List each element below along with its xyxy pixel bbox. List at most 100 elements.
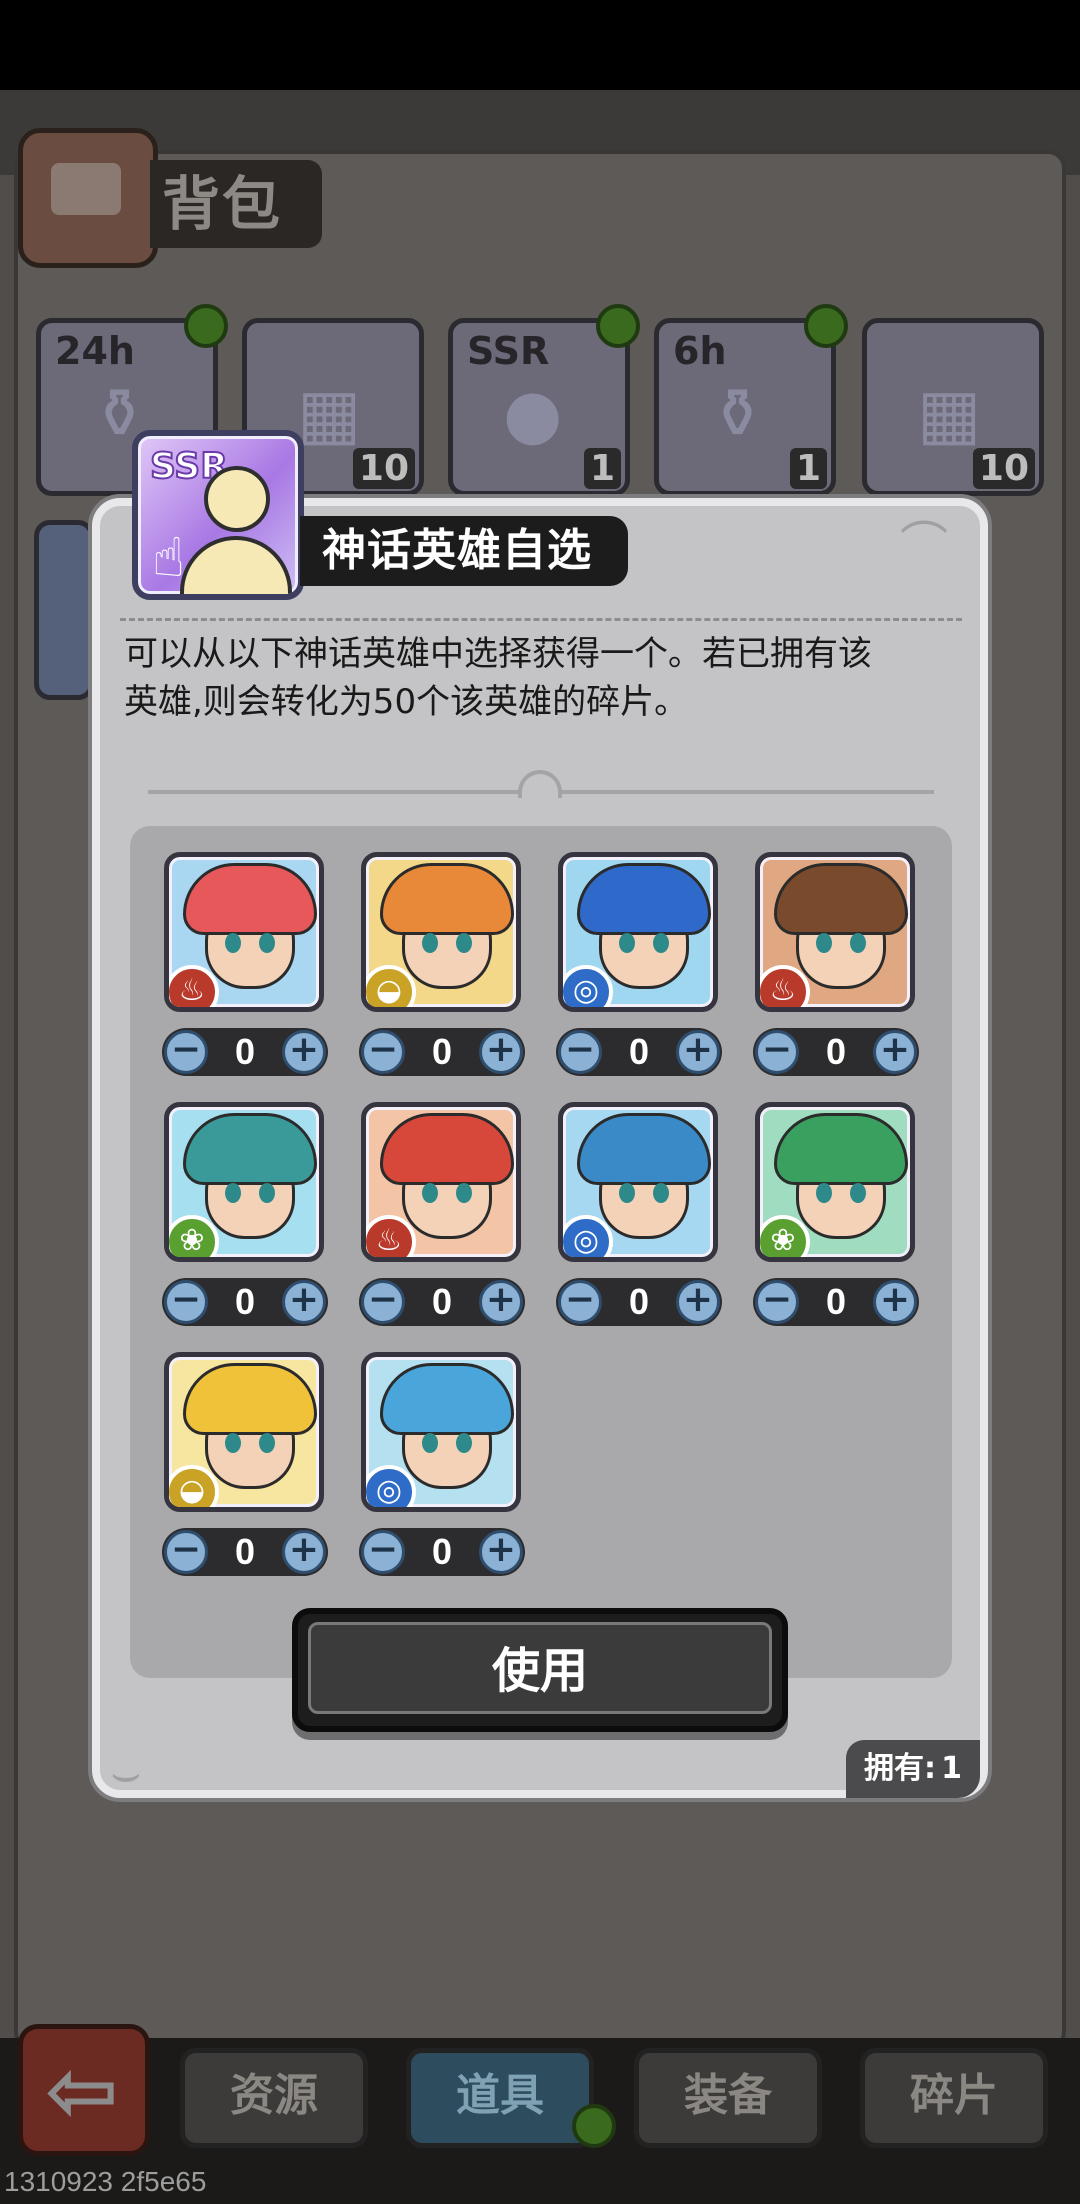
hero-eye xyxy=(816,933,832,953)
hero-hair xyxy=(380,863,514,935)
use-button-face: 使用 xyxy=(308,1622,772,1714)
plus-icon[interactable]: + xyxy=(282,1280,326,1324)
minus-icon[interactable]: − xyxy=(164,1530,208,1574)
quantity-value: 0 xyxy=(825,1031,847,1072)
minus-icon[interactable]: − xyxy=(164,1030,208,1074)
quantity-value: 0 xyxy=(234,1531,256,1572)
slot-count: 1 xyxy=(789,448,827,489)
minus-icon[interactable]: − xyxy=(558,1280,602,1324)
hero-portrait[interactable]: ♨ xyxy=(755,852,915,1012)
hero-portrait[interactable]: ❀ xyxy=(755,1102,915,1262)
hero-portrait[interactable]: ◎ xyxy=(361,1352,521,1512)
plus-icon[interactable]: + xyxy=(479,1030,523,1074)
plus-icon[interactable]: + xyxy=(873,1030,917,1074)
owned-label: 拥有: xyxy=(864,1751,936,1786)
quantity-stepper: −0 + xyxy=(162,1278,328,1326)
inventory-slot[interactable] xyxy=(34,520,94,700)
plus-icon[interactable]: + xyxy=(282,1030,326,1074)
plus-icon[interactable]: + xyxy=(479,1280,523,1324)
fire-element-icon: ♨ xyxy=(169,965,219,1007)
minus-icon[interactable]: − xyxy=(755,1030,799,1074)
water-element-icon: ◎ xyxy=(563,1215,613,1257)
notification-dot xyxy=(184,304,228,348)
backpack-title-bar: 背包 xyxy=(150,160,323,248)
hero-portrait[interactable]: ◎ xyxy=(558,1102,718,1262)
plus-icon[interactable]: + xyxy=(873,1280,917,1324)
backpack-title: 背包 xyxy=(162,170,283,238)
minus-icon[interactable]: − xyxy=(361,1030,405,1074)
plus-icon[interactable]: + xyxy=(676,1030,720,1074)
description-line: 可以从以下神话英雄中选择获得一个。若已拥有该 xyxy=(124,634,872,674)
dialog-title: 神话英雄自选 xyxy=(322,525,592,576)
hero-hair xyxy=(183,863,317,935)
quantity-stepper: −0 + xyxy=(556,1278,722,1326)
token-head xyxy=(204,466,270,532)
minus-icon[interactable]: − xyxy=(361,1280,405,1324)
hand-pointer-icon: ☝ xyxy=(152,526,185,589)
hero-eye xyxy=(259,1433,275,1453)
quantity-value: 0 xyxy=(431,1281,453,1322)
hero-portrait[interactable]: ♨ xyxy=(164,852,324,1012)
hero-hair xyxy=(380,1113,514,1185)
plus-icon[interactable]: + xyxy=(479,1530,523,1574)
quantity-value: 0 xyxy=(825,1281,847,1322)
hero-eye xyxy=(850,1183,866,1203)
book-icon: ▦ xyxy=(917,375,982,454)
hero-hair xyxy=(183,1113,317,1185)
slot-count: 1 xyxy=(583,448,621,489)
quantity-stepper: −0 + xyxy=(359,1028,525,1076)
slot-tag: SSR xyxy=(467,329,550,373)
hero-eye xyxy=(422,1183,438,1203)
fire-element-icon: ♨ xyxy=(366,1215,416,1257)
corner-ornament: ⌣ xyxy=(110,1745,142,1801)
hero-eye xyxy=(225,1433,241,1453)
inventory-slot[interactable]: ▦ 10 xyxy=(862,318,1044,496)
hero-eye xyxy=(456,1183,472,1203)
inventory-slot[interactable]: SSR ● 1 xyxy=(448,318,630,496)
tab-equipment[interactable]: 装备 xyxy=(634,2048,822,2148)
notification-dot xyxy=(572,2104,616,2148)
tab-fragments[interactable]: 碎片 xyxy=(860,2048,1048,2148)
minus-icon[interactable]: − xyxy=(361,1530,405,1574)
minus-icon[interactable]: − xyxy=(558,1030,602,1074)
slot-tag: 24h xyxy=(55,329,135,373)
quantity-stepper: −0 + xyxy=(753,1028,919,1076)
hero-hair xyxy=(774,863,908,935)
hero-hair xyxy=(183,1363,317,1435)
hero-portrait[interactable]: ◒ xyxy=(164,1352,324,1512)
fire-element-icon: ♨ xyxy=(760,965,810,1007)
status-bar xyxy=(0,0,1080,90)
minus-icon[interactable]: − xyxy=(164,1280,208,1324)
hero-eye xyxy=(456,1433,472,1453)
slot-count: 10 xyxy=(972,448,1035,489)
plus-icon[interactable]: + xyxy=(676,1280,720,1324)
hero-portrait[interactable]: ♨ xyxy=(361,1102,521,1262)
dialog-title-bar: 神话英雄自选 xyxy=(300,516,628,586)
tab-items[interactable]: 道具 xyxy=(406,2048,594,2148)
quantity-value: 0 xyxy=(628,1031,650,1072)
book-icon: ▦ xyxy=(297,375,362,454)
hero-eye xyxy=(225,933,241,953)
ssr-hero-token-icon: SSR ☝ xyxy=(132,430,304,600)
tab-resources[interactable]: 资源 xyxy=(180,2048,368,2148)
hero-eye xyxy=(259,1183,275,1203)
use-button[interactable]: 使用 xyxy=(292,1608,788,1732)
inventory-slot[interactable]: 6h ⚱ 1 xyxy=(654,318,836,496)
hero-eye xyxy=(456,933,472,953)
hero-eye xyxy=(850,933,866,953)
plus-icon[interactable]: + xyxy=(282,1530,326,1574)
quantity-value: 0 xyxy=(431,1531,453,1572)
dashed-divider xyxy=(120,618,962,621)
owned-count: 1 xyxy=(941,1751,962,1786)
dialog-description: 可以从以下神话英雄中选择获得一个。若已拥有该 英雄,则会转化为50个该英雄的碎片… xyxy=(124,630,954,726)
hero-portrait[interactable]: ◒ xyxy=(361,852,521,1012)
back-button[interactable]: ⇦ xyxy=(18,2024,150,2156)
quantity-value: 0 xyxy=(234,1031,256,1072)
potion-icon: ⚱ xyxy=(709,375,766,454)
notification-dot xyxy=(596,304,640,348)
quantity-value: 0 xyxy=(431,1031,453,1072)
hero-portrait[interactable]: ◎ xyxy=(558,852,718,1012)
minus-icon[interactable]: − xyxy=(755,1280,799,1324)
hero-eye xyxy=(816,1183,832,1203)
hero-portrait[interactable]: ❀ xyxy=(164,1102,324,1262)
